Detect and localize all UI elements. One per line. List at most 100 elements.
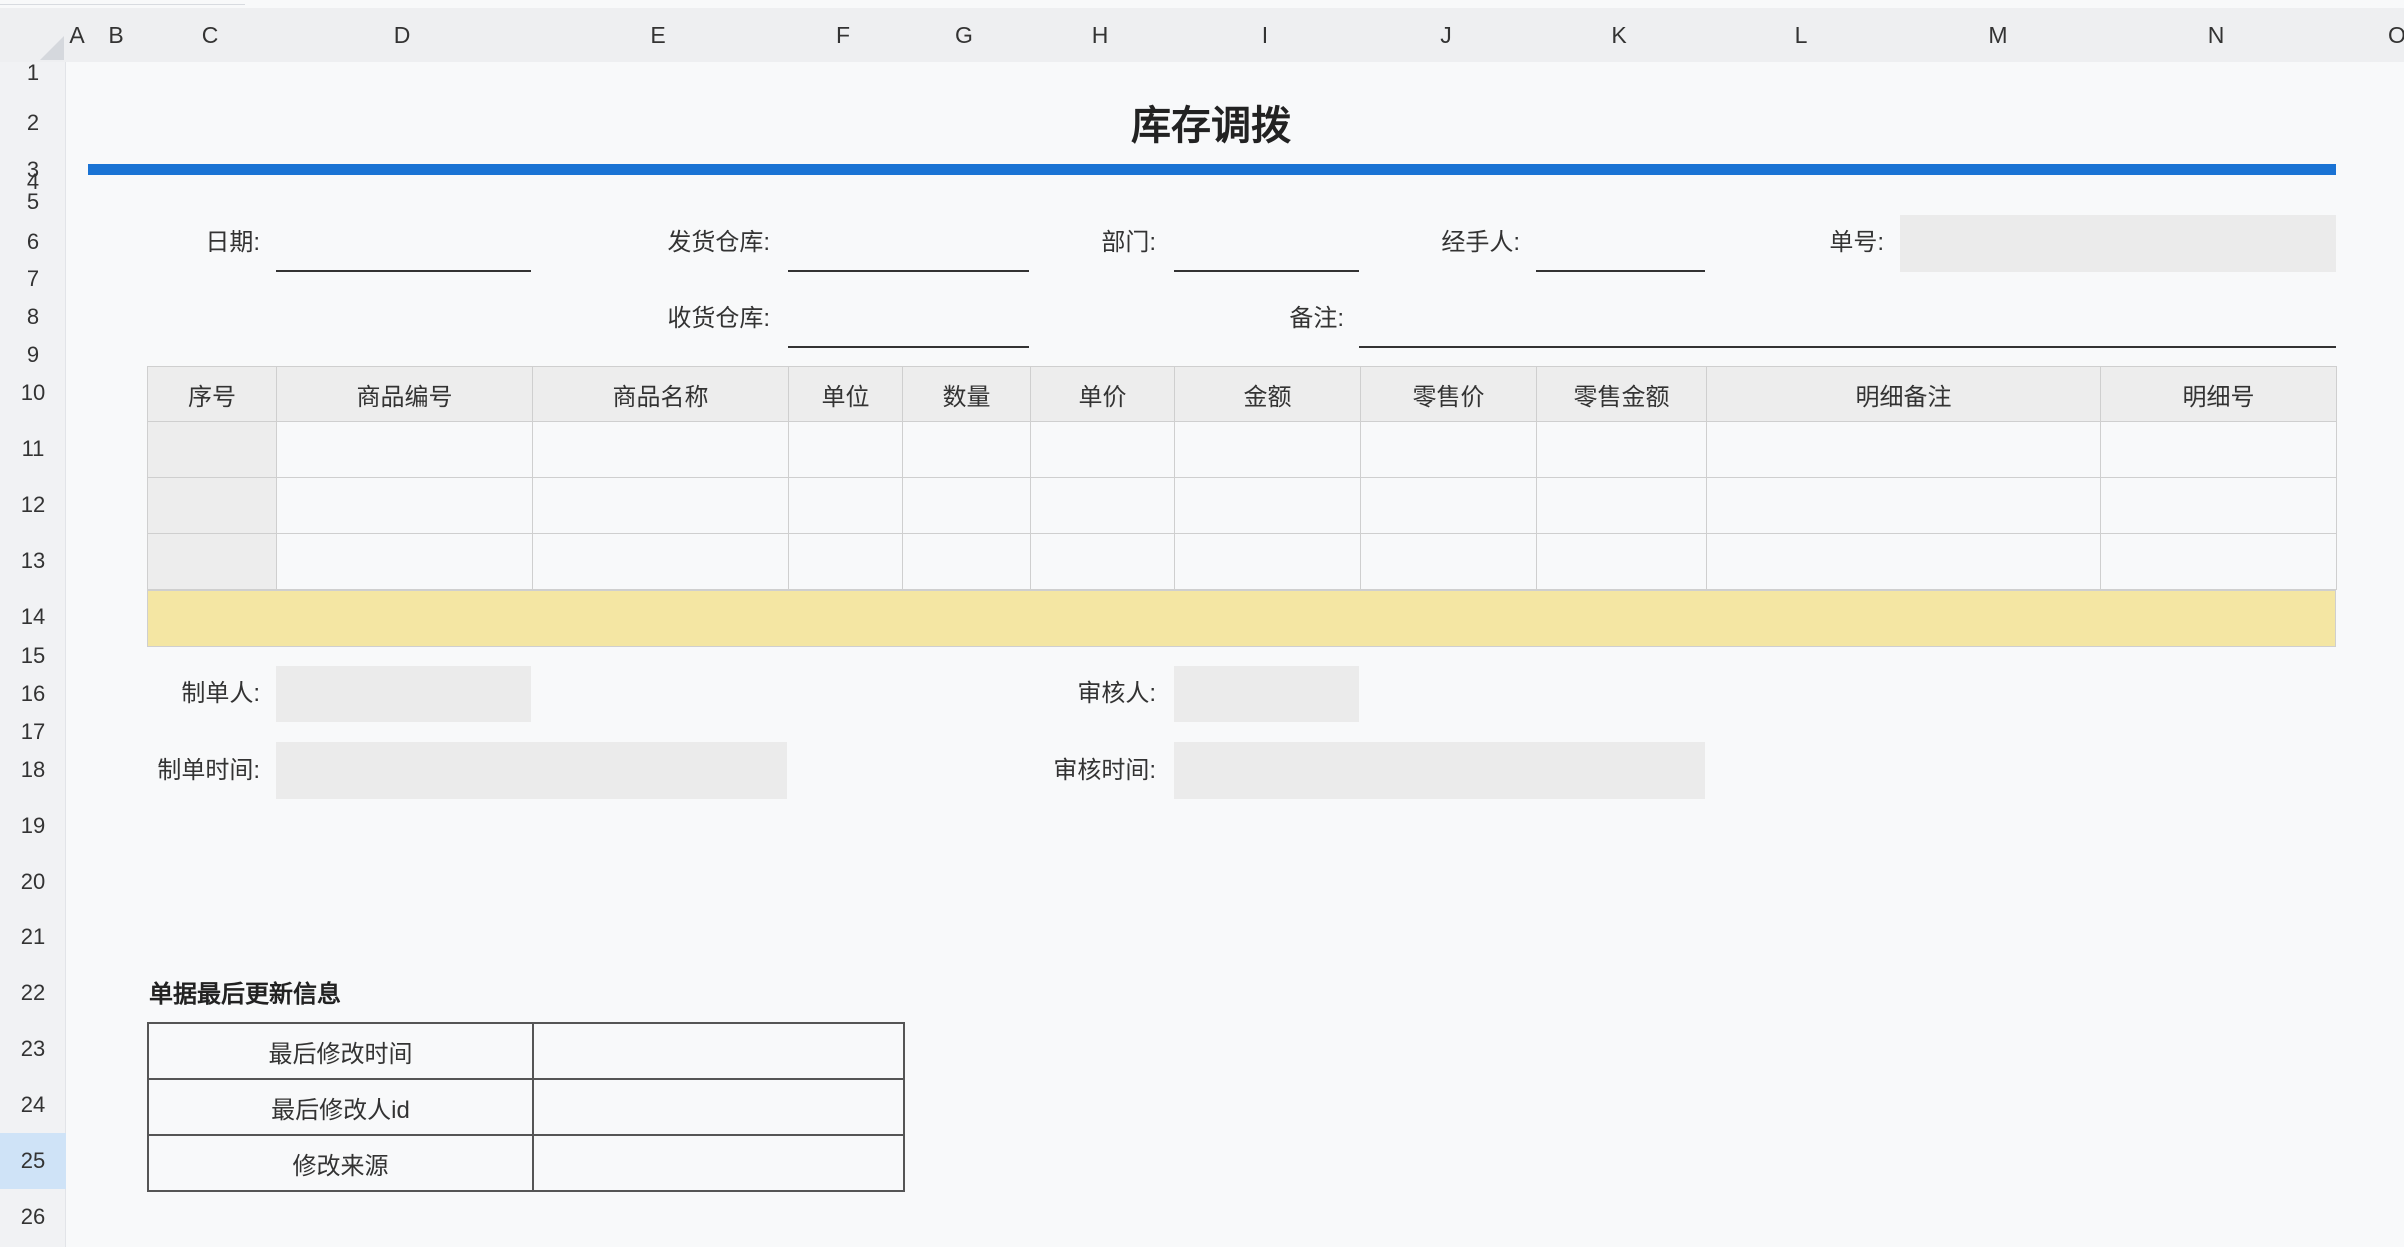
column-header-i[interactable]: I — [1262, 8, 1268, 62]
column-header-cell[interactable]: 零售价 — [1360, 366, 1537, 422]
table-cell[interactable] — [902, 477, 1031, 534]
handler-field[interactable] — [1536, 230, 1705, 272]
table-cell[interactable] — [902, 421, 1031, 478]
column-header-cell[interactable]: 明细号 — [2100, 366, 2337, 422]
table-cell[interactable] — [788, 477, 903, 534]
column-header-m[interactable]: M — [1988, 8, 2007, 62]
row-header-11[interactable]: 11 — [0, 436, 66, 462]
row-header-14[interactable]: 14 — [0, 604, 66, 630]
table-cell[interactable] — [1706, 533, 2101, 590]
review-time-field[interactable] — [1174, 742, 1705, 799]
table-cell[interactable] — [147, 421, 277, 478]
table-cell[interactable] — [788, 421, 903, 478]
table-cell[interactable] — [532, 533, 789, 590]
column-header-cell[interactable]: 数量 — [902, 366, 1031, 422]
table-cell[interactable] — [1030, 421, 1175, 478]
row-header-15[interactable]: 15 — [0, 643, 66, 669]
table-cell[interactable] — [276, 477, 533, 534]
column-header-h[interactable]: H — [1092, 8, 1109, 62]
row-header-25[interactable]: 25 — [0, 1148, 66, 1174]
column-header-j[interactable]: J — [1440, 8, 1452, 62]
table-cell[interactable] — [1536, 533, 1707, 590]
department-field[interactable] — [1174, 230, 1359, 272]
column-header-a[interactable]: A — [69, 8, 84, 62]
table-cell[interactable] — [2100, 533, 2337, 590]
row-header-24[interactable]: 24 — [0, 1092, 66, 1118]
table-cell[interactable] — [1030, 477, 1175, 534]
row-header-12[interactable]: 12 — [0, 492, 66, 518]
column-header-cell[interactable]: 明细备注 — [1706, 366, 2101, 422]
row-header-9[interactable]: 9 — [0, 342, 66, 368]
table-cell[interactable] — [1360, 477, 1537, 534]
table-cell[interactable] — [1360, 421, 1537, 478]
table-cell[interactable] — [2100, 421, 2337, 478]
column-header-cell[interactable]: 单价 — [1030, 366, 1175, 422]
row-header-19[interactable]: 19 — [0, 813, 66, 839]
table-cell[interactable] — [147, 477, 277, 534]
create-time-field[interactable] — [276, 742, 787, 799]
column-header-cell[interactable]: 序号 — [147, 366, 277, 422]
row-header-18[interactable]: 18 — [0, 757, 66, 783]
column-header-e[interactable]: E — [650, 8, 665, 62]
table-cell[interactable] — [532, 477, 789, 534]
table-cell[interactable] — [276, 533, 533, 590]
column-header-k[interactable]: K — [1611, 8, 1626, 62]
column-header-cell[interactable]: 商品编号 — [276, 366, 533, 422]
update-info-value[interactable] — [532, 1134, 905, 1192]
date-field[interactable] — [276, 230, 531, 272]
table-cell[interactable] — [1174, 477, 1361, 534]
total-row[interactable] — [147, 590, 2336, 647]
row-header-1[interactable]: 1 — [0, 60, 66, 86]
column-header-l[interactable]: L — [1795, 8, 1808, 62]
column-header-cell[interactable]: 金额 — [1174, 366, 1361, 422]
row-header-16[interactable]: 16 — [0, 681, 66, 707]
table-cell[interactable] — [147, 533, 277, 590]
table-cell[interactable] — [1706, 421, 2101, 478]
column-header-cell[interactable]: 零售金额 — [1536, 366, 1707, 422]
row-header-23[interactable]: 23 — [0, 1036, 66, 1062]
reviewer-field[interactable] — [1174, 666, 1359, 722]
column-header-o[interactable]: O — [2388, 8, 2404, 62]
row-header-2[interactable]: 2 — [0, 110, 66, 136]
ship-warehouse-field[interactable] — [788, 230, 1029, 272]
table-cell[interactable] — [1360, 533, 1537, 590]
column-header-cell[interactable]: 商品名称 — [532, 366, 789, 422]
table-cell[interactable] — [2100, 477, 2337, 534]
table-cell[interactable] — [1536, 477, 1707, 534]
receive-warehouse-field[interactable] — [788, 306, 1029, 348]
row-header-22[interactable]: 22 — [0, 980, 66, 1006]
row-header-21[interactable]: 21 — [0, 924, 66, 950]
row-header-10[interactable]: 10 — [0, 380, 66, 406]
column-header-d[interactable]: D — [394, 8, 411, 62]
table-cell[interactable] — [1030, 533, 1175, 590]
table-cell[interactable] — [532, 421, 789, 478]
order-no-field[interactable] — [1900, 215, 2336, 272]
select-all-corner[interactable] — [0, 8, 66, 62]
table-cell[interactable] — [1174, 421, 1361, 478]
row-header-17[interactable]: 17 — [0, 719, 66, 745]
table-cell[interactable] — [276, 421, 533, 478]
column-header-b[interactable]: B — [108, 8, 123, 62]
table-cell[interactable] — [1706, 477, 2101, 534]
table-cell[interactable] — [1174, 533, 1361, 590]
update-info-title: 单据最后更新信息 — [149, 981, 341, 1008]
table-cell[interactable] — [1536, 421, 1707, 478]
row-header-6[interactable]: 6 — [0, 229, 66, 255]
row-header-20[interactable]: 20 — [0, 869, 66, 895]
creator-field[interactable] — [276, 666, 531, 722]
row-header-7[interactable]: 7 — [0, 266, 66, 292]
row-header-26[interactable]: 26 — [0, 1204, 66, 1230]
update-info-value[interactable] — [532, 1022, 905, 1080]
row-header-5[interactable]: 5 — [0, 189, 66, 215]
table-cell[interactable] — [788, 533, 903, 590]
column-header-g[interactable]: G — [955, 8, 973, 62]
column-header-n[interactable]: N — [2208, 8, 2225, 62]
column-header-cell[interactable]: 单位 — [788, 366, 903, 422]
remark-field[interactable] — [1359, 306, 2336, 348]
row-header-13[interactable]: 13 — [0, 548, 66, 574]
update-info-value[interactable] — [532, 1078, 905, 1136]
table-cell[interactable] — [902, 533, 1031, 590]
column-header-f[interactable]: F — [836, 8, 850, 62]
row-header-8[interactable]: 8 — [0, 304, 66, 330]
column-header-c[interactable]: C — [202, 8, 219, 62]
